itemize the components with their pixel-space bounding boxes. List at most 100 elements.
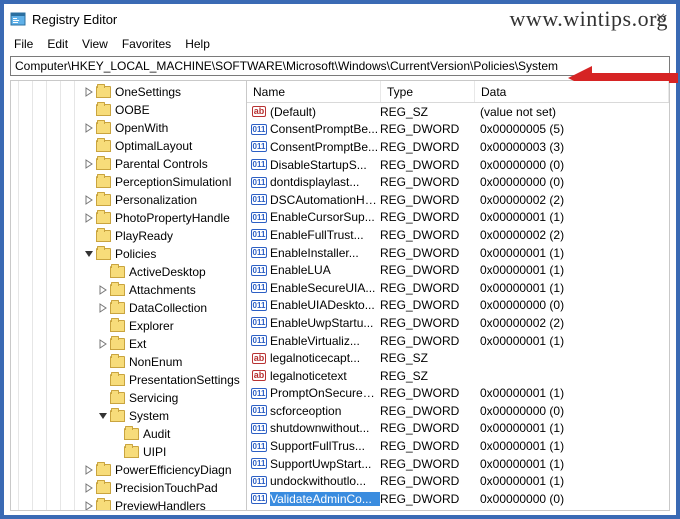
tree-node[interactable]: System [13, 407, 246, 425]
menu-help[interactable]: Help [185, 37, 210, 51]
dword-value-icon: 011 [251, 194, 268, 205]
tree-node[interactable]: Ext [13, 335, 246, 353]
value-name: ValidateAdminCo... [270, 492, 380, 506]
tree-node[interactable]: OpenWith [13, 119, 246, 137]
tree-node[interactable]: Parental Controls [13, 155, 246, 173]
tree-node[interactable]: NonEnum [13, 353, 246, 371]
column-headers[interactable]: Name Type Data [247, 81, 669, 103]
twisty-icon[interactable] [83, 248, 95, 260]
twisty-icon[interactable] [97, 302, 109, 314]
menu-view[interactable]: View [82, 37, 108, 51]
tree-node-label: Audit [143, 425, 170, 443]
value-row[interactable]: 011ValidateAdminCo...REG_DWORD0x00000000… [247, 490, 669, 508]
tree-node[interactable]: PrecisionTouchPad [13, 479, 246, 497]
value-row[interactable]: 011EnableCursorSup...REG_DWORD0x00000001… [247, 209, 669, 227]
twisty-icon[interactable] [83, 86, 95, 98]
folder-icon [110, 320, 125, 332]
tree-node[interactable]: OOBE [13, 101, 246, 119]
value-row[interactable]: 011scforceoptionREG_DWORD0x00000000 (0) [247, 402, 669, 420]
tree-node[interactable]: PowerEfficiencyDiagn [13, 461, 246, 479]
value-name: EnableUwpStartu... [270, 316, 380, 330]
twisty-icon[interactable] [97, 356, 109, 368]
tree-node-label: OptimalLayout [115, 137, 192, 155]
tree-node[interactable]: ActiveDesktop [13, 263, 246, 281]
col-name[interactable]: Name [247, 81, 381, 102]
twisty-icon[interactable] [97, 374, 109, 386]
value-type: REG_DWORD [380, 421, 474, 435]
value-data: 0x00000001 (1) [474, 386, 669, 400]
value-row[interactable]: 011EnableInstaller...REG_DWORD0x00000001… [247, 244, 669, 262]
value-name: dontdisplaylast... [270, 175, 380, 189]
twisty-icon[interactable] [83, 158, 95, 170]
tree-node[interactable]: PhotoPropertyHandle [13, 209, 246, 227]
value-row[interactable]: 011SupportFullTrus...REG_DWORD0x00000001… [247, 437, 669, 455]
value-row[interactable]: 011EnableLUAREG_DWORD0x00000001 (1) [247, 261, 669, 279]
value-type: REG_DWORD [380, 158, 474, 172]
twisty-icon[interactable] [83, 230, 95, 242]
value-row[interactable]: 011EnableFullTrust...REG_DWORD0x00000002… [247, 226, 669, 244]
value-row[interactable]: 011EnableSecureUIA...REG_DWORD0x00000001… [247, 279, 669, 297]
tree-node[interactable]: OptimalLayout [13, 137, 246, 155]
twisty-icon[interactable] [97, 320, 109, 332]
tree-node[interactable]: Audit [13, 425, 246, 443]
value-row[interactable]: 011DisableStartupS...REG_DWORD0x00000000… [247, 156, 669, 174]
twisty-icon[interactable] [83, 104, 95, 116]
value-row[interactable]: 011EnableUwpStartu...REG_DWORD0x00000002… [247, 314, 669, 332]
menu-edit[interactable]: Edit [47, 37, 68, 51]
value-row[interactable]: 011undockwithoutlo...REG_DWORD0x00000001… [247, 472, 669, 490]
tree-node[interactable]: PerceptionSimulationI [13, 173, 246, 191]
menu-file[interactable]: File [14, 37, 33, 51]
address-input[interactable]: Computer\HKEY_LOCAL_MACHINE\SOFTWARE\Mic… [10, 56, 670, 76]
tree-node-label: Personalization [115, 191, 197, 209]
value-name: SupportUwpStart... [270, 457, 380, 471]
value-data: 0x00000000 (0) [474, 492, 669, 506]
twisty-icon[interactable] [83, 482, 95, 494]
twisty-icon[interactable] [83, 212, 95, 224]
value-row[interactable]: ablegalnoticecapt...REG_SZ [247, 349, 669, 367]
value-row[interactable]: 011SupportUwpStart...REG_DWORD0x00000001… [247, 455, 669, 473]
value-row[interactable]: 011EnableVirtualiz...REG_DWORD0x00000001… [247, 332, 669, 350]
twisty-icon[interactable] [83, 140, 95, 152]
tree-node[interactable]: PlayReady [13, 227, 246, 245]
folder-icon [110, 302, 125, 314]
tree-node[interactable]: UIPI [13, 443, 246, 461]
col-type[interactable]: Type [381, 81, 475, 102]
twisty-icon[interactable] [83, 194, 95, 206]
tree-node-label: OneSettings [115, 83, 181, 101]
tree-node[interactable]: OneSettings [13, 83, 246, 101]
twisty-icon[interactable] [97, 266, 109, 278]
tree-node-label: OOBE [115, 101, 150, 119]
tree-node[interactable]: PresentationSettings [13, 371, 246, 389]
twisty-icon[interactable] [97, 410, 109, 422]
value-row[interactable]: 011dontdisplaylast...REG_DWORD0x00000000… [247, 173, 669, 191]
twisty-icon[interactable] [97, 392, 109, 404]
twisty-icon[interactable] [83, 500, 95, 510]
menu-favorites[interactable]: Favorites [122, 37, 171, 51]
tree-node[interactable]: PreviewHandlers [13, 497, 246, 510]
tree-node[interactable]: Servicing [13, 389, 246, 407]
col-data[interactable]: Data [475, 81, 669, 102]
twisty-icon[interactable] [83, 464, 95, 476]
tree-node[interactable]: Attachments [13, 281, 246, 299]
tree-node[interactable]: Explorer [13, 317, 246, 335]
twisty-icon[interactable] [83, 122, 95, 134]
folder-icon [96, 464, 111, 476]
value-type: REG_DWORD [380, 439, 474, 453]
twisty-icon[interactable] [97, 338, 109, 350]
value-row[interactable]: 011PromptOnSecureD...REG_DWORD0x00000001… [247, 385, 669, 403]
tree-node[interactable]: DataCollection [13, 299, 246, 317]
tree-node[interactable]: Personalization [13, 191, 246, 209]
twisty-icon[interactable] [111, 428, 123, 440]
twisty-icon[interactable] [111, 446, 123, 458]
tree-pane[interactable]: OneSettingsOOBEOpenWithOptimalLayoutPare… [11, 81, 247, 510]
value-row[interactable]: 011ConsentPromptBe...REG_DWORD0x00000003… [247, 138, 669, 156]
value-row[interactable]: 011shutdownwithout...REG_DWORD0x00000001… [247, 420, 669, 438]
value-row[interactable]: 011ConsentPromptBe...REG_DWORD0x00000005… [247, 121, 669, 139]
twisty-icon[interactable] [97, 284, 109, 296]
value-row[interactable]: 011EnableUIADeskto...REG_DWORD0x00000000… [247, 297, 669, 315]
tree-node[interactable]: Policies [13, 245, 246, 263]
twisty-icon[interactable] [83, 176, 95, 188]
value-row[interactable]: ablegalnoticetextREG_SZ [247, 367, 669, 385]
value-row[interactable]: 011DSCAutomationHo...REG_DWORD0x00000002… [247, 191, 669, 209]
value-row[interactable]: ab(Default)REG_SZ(value not set) [247, 103, 669, 121]
